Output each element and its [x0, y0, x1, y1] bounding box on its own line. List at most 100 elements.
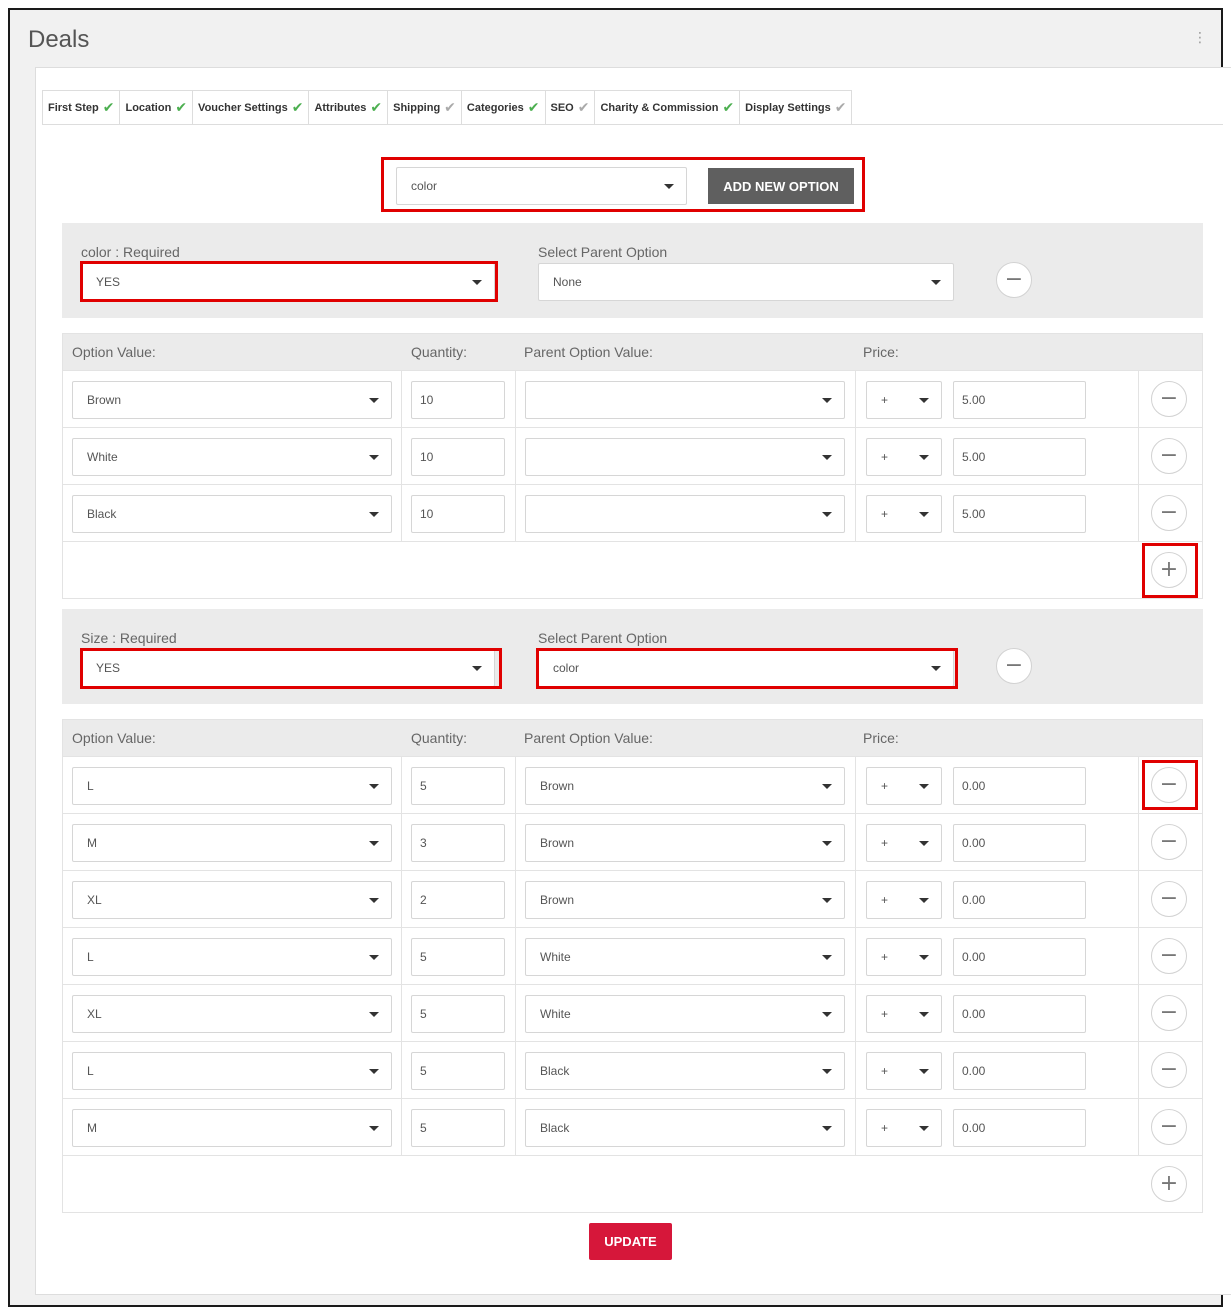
parent-value-select[interactable]: [525, 495, 845, 533]
remove-row-button[interactable]: −: [1151, 381, 1187, 417]
price-prefix-select[interactable]: +: [866, 1052, 942, 1090]
tab-attributes[interactable]: Attributes ✔: [308, 90, 388, 124]
parent-option-select-value: None: [553, 275, 582, 289]
option-value-select[interactable]: L: [72, 767, 392, 805]
price-input[interactable]: 5.00: [953, 438, 1086, 476]
parent-value-select[interactable]: Brown: [525, 767, 845, 805]
remove-row-button[interactable]: −: [1151, 1052, 1187, 1088]
option-value-select[interactable]: M: [72, 1109, 392, 1147]
price-prefix-select-value: +: [881, 1064, 889, 1078]
table-header: Option Value: Quantity: Parent Option Valu…: [63, 334, 1202, 370]
chevron-down-icon: [919, 784, 929, 789]
tab-voucher-settings[interactable]: Voucher Settings ✔: [192, 90, 309, 124]
quantity-input[interactable]: 5: [411, 1052, 505, 1090]
remove-row-button[interactable]: −: [1151, 824, 1187, 860]
minus-icon: −: [1159, 886, 1179, 911]
checkmark-icon: ✔: [722, 99, 735, 115]
tab-shipping[interactable]: Shipping ✔: [387, 90, 461, 124]
option-value-select[interactable]: L: [72, 938, 392, 976]
quantity-input[interactable]: 5: [411, 767, 505, 805]
price-input[interactable]: 0.00: [953, 767, 1086, 805]
required-label: Size : Required: [81, 630, 177, 646]
option-value-select[interactable]: M: [72, 824, 392, 862]
quantity-value: 5: [420, 1121, 427, 1135]
tab-seo[interactable]: SEO ✔: [544, 90, 595, 124]
tab-display-settings[interactable]: Display Settings ✔: [739, 90, 853, 124]
price-prefix-select[interactable]: +: [866, 881, 942, 919]
option-value-select[interactable]: XL: [72, 995, 392, 1033]
tab-label: SEO: [550, 101, 574, 114]
price-prefix-select[interactable]: +: [866, 495, 942, 533]
quantity-input[interactable]: 5: [411, 995, 505, 1033]
option-value-select-value: XL: [87, 1007, 102, 1021]
price-value: 5.00: [962, 450, 986, 464]
option-value-select-value: L: [87, 950, 94, 964]
option-value-select-value: Black: [87, 507, 117, 521]
option-value-select-value: White: [87, 450, 118, 464]
price-input[interactable]: 0.00: [953, 1109, 1086, 1147]
tab-categories[interactable]: Categories ✔: [460, 90, 545, 124]
price-value: 0.00: [962, 893, 986, 907]
chevron-down-icon: [822, 398, 832, 403]
price-input[interactable]: 0.00: [953, 881, 1086, 919]
price-prefix-select[interactable]: +: [866, 995, 942, 1033]
option-value-select[interactable]: L: [72, 1052, 392, 1090]
price-input[interactable]: 0.00: [953, 824, 1086, 862]
parent-value-select[interactable]: White: [525, 995, 845, 1033]
price-input[interactable]: 0.00: [953, 995, 1086, 1033]
quantity-input[interactable]: 10: [411, 495, 505, 533]
option-value-select[interactable]: White: [72, 438, 392, 476]
price-input[interactable]: 0.00: [953, 1052, 1086, 1090]
quantity-input[interactable]: 2: [411, 881, 505, 919]
chevron-down-icon: [369, 784, 379, 789]
deals-panel: Deals ⋮ First Step ✔ Location ✔ Voucher Sett…: [8, 8, 1231, 1307]
tab-first-step[interactable]: First Step ✔: [42, 90, 120, 124]
remove-option-button[interactable]: −: [996, 648, 1032, 684]
add-row-button[interactable]: +: [1151, 1166, 1187, 1202]
parent-value-select[interactable]: Black: [525, 1052, 845, 1090]
quantity-input[interactable]: 5: [411, 938, 505, 976]
remove-option-button[interactable]: −: [996, 262, 1032, 298]
quantity-input[interactable]: 3: [411, 824, 505, 862]
price-input[interactable]: 5.00: [953, 495, 1086, 533]
remove-row-button[interactable]: −: [1151, 438, 1187, 474]
more-options-icon[interactable]: ⋮: [1193, 30, 1207, 44]
parent-value-select[interactable]: Brown: [525, 824, 845, 862]
price-prefix-select[interactable]: +: [866, 938, 942, 976]
parent-value-select[interactable]: [525, 438, 845, 476]
parent-value-select[interactable]: Black: [525, 1109, 845, 1147]
quantity-input[interactable]: 10: [411, 438, 505, 476]
remove-row-button[interactable]: −: [1151, 881, 1187, 917]
price-prefix-select[interactable]: +: [866, 438, 942, 476]
option-value-select[interactable]: Brown: [72, 381, 392, 419]
price-prefix-select[interactable]: +: [866, 824, 942, 862]
parent-value-select[interactable]: White: [525, 938, 845, 976]
chevron-down-icon: [822, 841, 832, 846]
chevron-down-icon: [822, 1012, 832, 1017]
parent-option-select[interactable]: None: [538, 263, 954, 301]
remove-row-button[interactable]: −: [1151, 938, 1187, 974]
parent-value-select[interactable]: [525, 381, 845, 419]
remove-row-button[interactable]: −: [1151, 995, 1187, 1031]
chevron-down-icon: [919, 1012, 929, 1017]
price-prefix-select[interactable]: +: [866, 767, 942, 805]
quantity-input[interactable]: 5: [411, 1109, 505, 1147]
remove-row-button[interactable]: −: [1151, 495, 1187, 531]
update-button[interactable]: UPDATE: [589, 1223, 672, 1260]
chevron-down-icon: [822, 898, 832, 903]
parent-value-select[interactable]: Brown: [525, 881, 845, 919]
chevron-down-icon: [919, 1126, 929, 1131]
remove-row-button[interactable]: −: [1151, 1109, 1187, 1145]
parent-value-select-value: White: [540, 1007, 571, 1021]
table-row: L 5 White +0.00 −: [63, 927, 1202, 984]
option-value-select[interactable]: Black: [72, 495, 392, 533]
tab-charity-commission[interactable]: Charity & Commission ✔: [594, 90, 740, 124]
tab-location[interactable]: Location ✔: [119, 90, 193, 124]
price-input[interactable]: 0.00: [953, 938, 1086, 976]
quantity-input[interactable]: 10: [411, 381, 505, 419]
option-value-select[interactable]: XL: [72, 881, 392, 919]
price-prefix-select[interactable]: +: [866, 1109, 942, 1147]
price-prefix-select[interactable]: +: [866, 381, 942, 419]
table-row: M 3 Brown +0.00 −: [63, 813, 1202, 870]
price-input[interactable]: 5.00: [953, 381, 1086, 419]
